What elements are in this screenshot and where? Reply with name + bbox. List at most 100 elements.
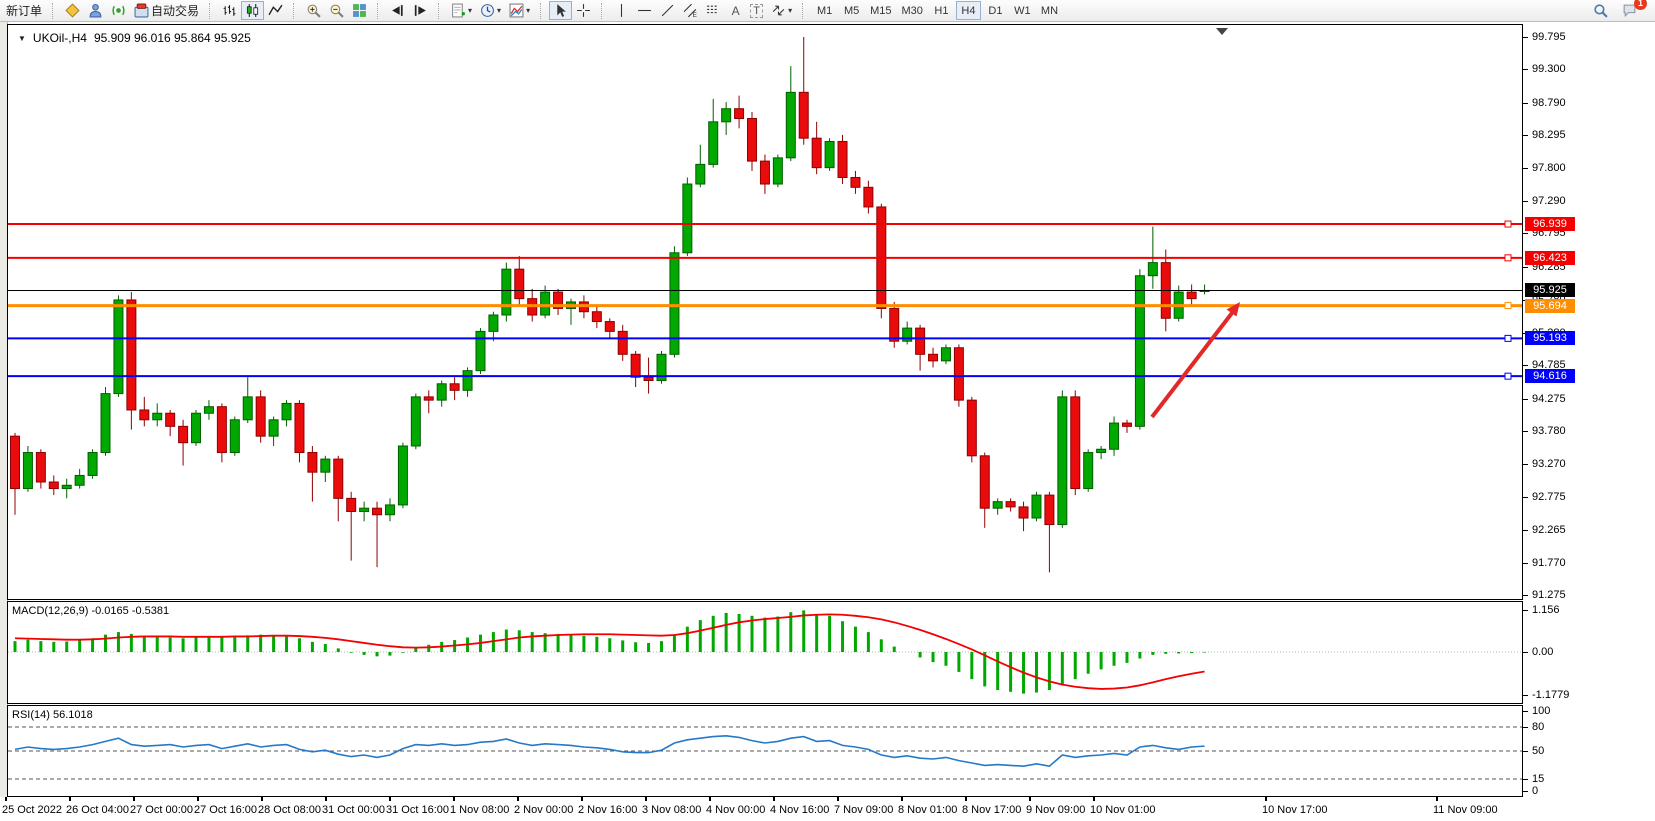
trendline-tool-button[interactable] — [656, 1, 679, 20]
dropdown-caret: ▾ — [526, 6, 530, 16]
fibonacci-tool-button[interactable] — [702, 1, 725, 20]
timeframe-D1[interactable]: D1 — [983, 1, 1008, 20]
time-tick-mark — [389, 797, 391, 801]
chart-shift-button[interactable] — [409, 1, 432, 20]
timeframe-M15[interactable]: M15 — [866, 1, 895, 20]
symbol-period-label: UKOil-,H4 — [33, 31, 87, 45]
auto-scroll-button[interactable] — [386, 1, 409, 20]
toolbar-separator — [209, 3, 214, 19]
price-tick-mark — [1523, 464, 1528, 465]
rsi-tick-label: 0 — [1532, 785, 1538, 797]
main-chart-pane[interactable]: ▼ UKOil-,H4 95.909 96.016 95.864 95.925 — [7, 24, 1523, 600]
horizontal-line-tool-button[interactable] — [633, 1, 656, 20]
line-anchor[interactable] — [1505, 373, 1511, 379]
periods-button[interactable]: ▾ — [476, 1, 505, 20]
vertical-line-tool-button[interactable] — [610, 1, 633, 20]
bar-chart-button[interactable] — [218, 1, 241, 20]
timeframe-H1[interactable]: H1 — [929, 1, 954, 20]
timeframe-M30[interactable]: M30 — [898, 1, 927, 20]
navigator-button[interactable] — [107, 1, 130, 20]
rsi-pane[interactable]: RSI(14) 56.1018 — [7, 705, 1523, 797]
zoom-out-button[interactable] — [325, 1, 348, 20]
timeframe-H4[interactable]: H4 — [956, 1, 981, 20]
data-window-button[interactable] — [84, 1, 107, 20]
macd-chart[interactable] — [8, 602, 1522, 703]
notifications-button[interactable]: 1 — [1618, 1, 1641, 20]
line-anchor[interactable] — [1505, 221, 1511, 227]
label-tool-button[interactable]: T — [746, 1, 767, 20]
search-button[interactable] — [1589, 1, 1612, 20]
chart-shift-marker[interactable] — [1216, 28, 1228, 35]
macd-pane[interactable]: MACD(12,26,9) -0.0165 -0.5381 — [7, 601, 1523, 704]
price-tag-94.616: 94.616 — [1525, 369, 1575, 383]
time-tick-label: 27 Oct 00:00 — [130, 804, 193, 816]
time-axis[interactable]: 25 Oct 202226 Oct 04:0027 Oct 00:0027 Oc… — [0, 797, 1655, 821]
time-tick-label: 10 Nov 01:00 — [1090, 804, 1155, 816]
line-anchor[interactable] — [1505, 335, 1511, 341]
tile-windows-button[interactable] — [348, 1, 371, 20]
line-anchor[interactable] — [1505, 303, 1511, 309]
symbol-dropdown-icon[interactable]: ▼ — [18, 34, 26, 43]
price-tag-95.694: 95.694 — [1525, 299, 1575, 313]
toolbar-separator — [377, 3, 382, 19]
new-order-button[interactable]: 新订单 — [2, 1, 46, 20]
rsi-chart[interactable] — [8, 706, 1522, 796]
timeframe-M5[interactable]: M5 — [839, 1, 864, 20]
dropdown-caret: ▾ — [497, 6, 501, 16]
time-tick-label: 27 Oct 16:00 — [194, 804, 257, 816]
tile-windows-icon — [352, 3, 367, 18]
cursor-icon — [553, 3, 568, 18]
macd-tick-label: -1.1779 — [1532, 689, 1569, 701]
macd-label: MACD(12,26,9) -0.0165 -0.5381 — [12, 605, 169, 617]
macd-tick-label: 0.00 — [1532, 646, 1553, 658]
trend-arrow-annotation[interactable] — [1152, 302, 1240, 417]
time-tick-mark — [197, 797, 199, 801]
rsi-tick-mark — [1523, 751, 1528, 752]
text-tool-button[interactable]: A — [725, 1, 746, 20]
timeframe-M1[interactable]: M1 — [812, 1, 837, 20]
price-tag-95.925: 95.925 — [1525, 283, 1575, 297]
channel-tool-button[interactable]: E — [679, 1, 702, 20]
time-tick-mark — [773, 797, 775, 801]
price-tick-label: 98.295 — [1532, 129, 1566, 141]
crosshair-icon — [576, 3, 591, 18]
price-tick-label: 97.800 — [1532, 162, 1566, 174]
price-tick-mark — [1523, 233, 1528, 234]
indicators-button[interactable]: ▾ — [447, 1, 476, 20]
rsi-tick-label: 80 — [1532, 721, 1544, 733]
timeframe-W1[interactable]: W1 — [1010, 1, 1035, 20]
rsi-tick-mark — [1523, 711, 1528, 712]
price-tick-mark — [1523, 530, 1528, 531]
chart-title: ▼ UKOil-,H4 95.909 96.016 95.864 95.925 — [18, 31, 251, 45]
time-tick-label: 26 Oct 04:00 — [66, 804, 129, 816]
crosshair-button[interactable] — [572, 1, 595, 20]
templates-button[interactable]: ▾ — [505, 1, 534, 20]
price-tick-label: 97.290 — [1532, 195, 1566, 207]
time-tick-mark — [837, 797, 839, 801]
cursor-button[interactable] — [549, 1, 572, 20]
line-chart-button[interactable] — [264, 1, 287, 20]
time-tick-mark — [1093, 797, 1095, 801]
candlestick-chart-button[interactable] — [241, 1, 264, 20]
toolbar: 新订单 自动交易 ▾ ▾ ▾ E A T ▾ — [0, 0, 1655, 22]
line-anchor[interactable] — [1505, 255, 1511, 261]
mt4-window: 新订单 自动交易 ▾ ▾ ▾ E A T ▾ — [0, 0, 1655, 821]
market-watch-button[interactable] — [61, 1, 84, 20]
price-axis[interactable]: 99.79599.30098.79098.29597.80097.29096.7… — [1523, 22, 1655, 821]
time-tick-mark — [133, 797, 135, 801]
price-tick-label: 92.775 — [1532, 491, 1566, 503]
rsi-tick-label: 15 — [1532, 773, 1544, 785]
candlestick-chart[interactable] — [8, 25, 1522, 599]
price-tick-label: 91.770 — [1532, 557, 1566, 569]
time-tick-mark — [965, 797, 967, 801]
price-tick-mark — [1523, 563, 1528, 564]
timeframe-MN[interactable]: MN — [1037, 1, 1062, 20]
zoom-in-button[interactable] — [302, 1, 325, 20]
rsi-label: RSI(14) 56.1018 — [12, 709, 93, 721]
time-tick-mark — [453, 797, 455, 801]
autotrade-button[interactable]: 自动交易 — [130, 1, 203, 20]
ohlc-values: 95.909 96.016 95.864 95.925 — [94, 31, 251, 45]
candlestick-icon — [245, 3, 260, 18]
arrows-tool-button[interactable]: ▾ — [767, 1, 796, 20]
label-tool-icon: T — [750, 4, 763, 18]
